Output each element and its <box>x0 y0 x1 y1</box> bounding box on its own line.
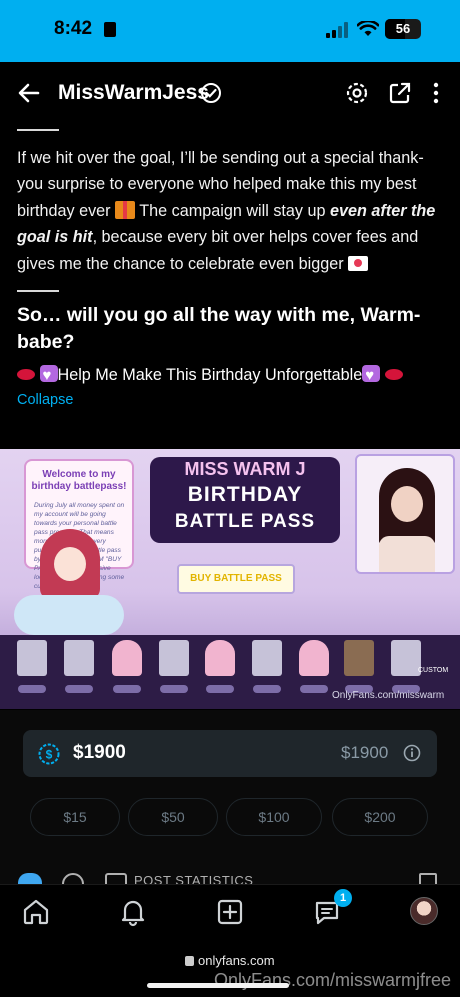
post-content: If we hit over the goal, I’ll be sending… <box>0 124 460 884</box>
tip-preset-options: $15 $50 $100 $200 <box>30 798 430 836</box>
dollar-badge-icon: $ <box>38 743 60 765</box>
battery-indicator: 56 <box>385 19 421 39</box>
contact-card-icon <box>104 22 116 37</box>
reward-level-pill <box>253 685 281 693</box>
kiss-emoji-icon <box>17 368 35 380</box>
status-bar: 8:42 56 <box>0 0 460 62</box>
tip-amount-field[interactable]: $ $1900 $1900 <box>23 730 437 777</box>
reward-lock-icon <box>205 640 235 676</box>
battle-pass-title: MISS WARM J BIRTHDAY BATTLE PASS <box>150 457 340 543</box>
reward-level-pill <box>113 685 141 693</box>
tab-notifications[interactable] <box>118 897 148 927</box>
profile-title[interactable]: MissWarmJess <box>58 81 209 105</box>
tip-option-200[interactable]: $200 <box>332 798 428 836</box>
share-icon[interactable] <box>388 81 412 105</box>
reward-level-pill <box>65 685 93 693</box>
browser-url[interactable]: onlyfans.com <box>198 953 275 968</box>
reward-level-pill <box>206 685 234 693</box>
post-cta-text: Help Me Make This Birthday Unforgettable <box>57 365 363 384</box>
like-icon[interactable] <box>18 873 42 884</box>
home-indicator[interactable] <box>147 983 289 988</box>
tip-option-100[interactable]: $100 <box>226 798 322 836</box>
bookmark-icon[interactable] <box>419 873 437 884</box>
girl-body <box>14 595 124 635</box>
love-letter-emoji-icon <box>348 255 369 271</box>
tip-option-50[interactable]: $50 <box>128 798 218 836</box>
buy-battle-pass-label: BUY BATTLE PASS <box>177 564 295 594</box>
heart-emoji-icon <box>39 363 58 389</box>
collapse-link[interactable]: Collapse <box>17 392 443 408</box>
bell-icon <box>121 900 145 927</box>
post-paragraph: If we hit over the goal, I’ll be sending… <box>17 145 443 278</box>
cellular-signal-icon <box>326 22 348 38</box>
reward-level-pill <box>18 685 46 693</box>
reward-tile <box>64 640 94 676</box>
post-text: The campaign will stay up <box>135 201 331 220</box>
messages-badge: 1 <box>334 889 352 907</box>
creator-photo <box>355 454 455 574</box>
more-vertical-icon[interactable] <box>430 81 442 105</box>
divider <box>17 290 59 292</box>
tip-amount: $1900 <box>73 742 126 763</box>
status-time: 8:42 <box>54 18 93 39</box>
reward-lock-icon <box>299 640 329 676</box>
custom-reward-label: CUSTOM <box>418 667 449 674</box>
plus-square-icon <box>217 899 243 925</box>
gear-icon[interactable] <box>345 81 369 105</box>
heart-emoji-icon <box>362 363 381 389</box>
title-line-3: BATTLE PASS <box>174 511 316 532</box>
reward-tile <box>17 640 47 676</box>
tab-messages[interactable]: 1 <box>312 889 352 927</box>
post-statistics-label[interactable]: POST STATISTICS <box>134 873 253 884</box>
girl-face <box>54 547 86 581</box>
browser-url-bar: onlyfans.com OnlyFans.com/misswarmjfree <box>0 940 460 997</box>
tip-goal-card: $ $1900 $1900 $15 $50 $100 $200 <box>0 710 460 884</box>
tab-profile[interactable] <box>410 897 440 927</box>
svg-text:$: $ <box>46 748 53 762</box>
info-icon[interactable] <box>403 744 421 762</box>
back-arrow-icon[interactable] <box>16 80 42 106</box>
wifi-icon <box>357 21 379 36</box>
post-cta: Help Me Make This Birthday Unforgettable <box>17 362 443 389</box>
comment-icon[interactable] <box>62 873 84 884</box>
kiss-emoji-icon <box>384 368 403 380</box>
reward-lock-icon <box>112 640 142 676</box>
tip-goal-amount: $1900 <box>341 743 389 762</box>
reward-level-pill <box>160 685 188 693</box>
welcome-card-title: Welcome to my birthday battlepass! <box>31 469 127 492</box>
post-heading: So… will you go all the way with me, War… <box>17 303 421 353</box>
verified-badge-icon <box>201 83 221 103</box>
post-actions-row: POST STATISTICS <box>0 873 460 884</box>
statistics-icon[interactable] <box>105 873 127 884</box>
reward-tile <box>252 640 282 676</box>
tab-create[interactable] <box>215 897 245 927</box>
reward-level-pill <box>300 685 328 693</box>
tab-home[interactable] <box>21 897 51 927</box>
lock-icon <box>185 956 194 966</box>
gift-emoji-icon <box>115 200 136 219</box>
battery-percent: 56 <box>395 21 411 36</box>
post-banner-image[interactable]: Welcome to my birthday battlepass! Durin… <box>0 449 460 709</box>
photo-face <box>391 486 423 522</box>
bottom-tab-bar: 1 <box>0 884 460 940</box>
anime-girl-illustration <box>14 529 124 639</box>
reward-mystery-icon <box>344 640 374 676</box>
app-header: MissWarmJess <box>0 62 460 124</box>
photo-body <box>379 536 435 572</box>
title-line-2: BIRTHDAY <box>187 483 303 506</box>
avatar <box>410 897 438 925</box>
title-line-1: MISS WARM J <box>184 459 306 479</box>
divider <box>17 129 59 131</box>
home-icon <box>23 899 49 925</box>
reward-tile <box>159 640 189 676</box>
tip-option-15[interactable]: $15 <box>30 798 120 836</box>
reward-tile <box>391 640 421 676</box>
image-watermark: OnlyFans.com/misswarm <box>332 690 445 701</box>
